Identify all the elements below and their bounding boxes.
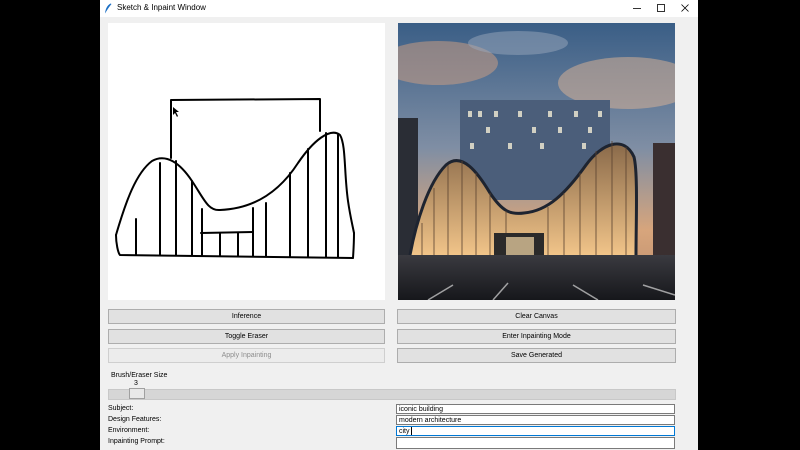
sketch-inpaint-window: Sketch & Inpaint Window Inference Clear … [100,0,698,450]
brush-size-slider[interactable] [108,389,676,400]
generated-building-image [398,23,675,300]
close-icon [681,4,689,12]
sketch-drawing [115,98,355,259]
subject-input-value: iconic building [399,406,443,413]
minimize-icon [633,8,641,9]
maximize-icon [657,4,665,12]
brush-size-value: 3 [134,380,138,387]
design-features-input[interactable]: modern architecture [396,415,675,425]
title-bar[interactable]: Sketch & Inpaint Window [100,0,698,17]
clear-canvas-button[interactable]: Clear Canvas [397,309,676,324]
toggle-eraser-button[interactable]: Toggle Eraser [108,329,385,344]
mouse-cursor-icon [173,107,179,117]
text-caret [410,427,412,436]
brush-size-slider-thumb[interactable] [129,388,145,399]
window-title: Sketch & Inpaint Window [117,3,206,12]
close-button[interactable] [672,0,698,17]
generated-image [398,23,675,300]
design-features-input-value: modern architecture [399,417,462,424]
environment-label: Environment: [108,427,150,434]
brush-size-label: Brush/Eraser Size [111,372,168,379]
inpainting-prompt-label: Inpainting Prompt: [108,438,165,445]
minimize-button[interactable] [624,0,650,17]
sketch-canvas[interactable] [108,23,385,300]
feather-icon [105,3,112,14]
inpainting-prompt-input[interactable] [396,437,675,449]
design-features-label: Design Features: [108,416,162,423]
environment-input-value: city [399,428,410,435]
subject-input[interactable]: iconic building [396,404,675,414]
enter-inpainting-mode-button[interactable]: Enter Inpainting Mode [397,329,676,344]
inference-button[interactable]: Inference [108,309,385,324]
subject-label: Subject: [108,405,134,412]
apply-inpainting-button[interactable]: Apply Inpainting [108,348,385,363]
environment-input[interactable]: city [396,426,675,436]
maximize-button[interactable] [648,0,674,17]
save-generated-button[interactable]: Save Generated [397,348,676,363]
